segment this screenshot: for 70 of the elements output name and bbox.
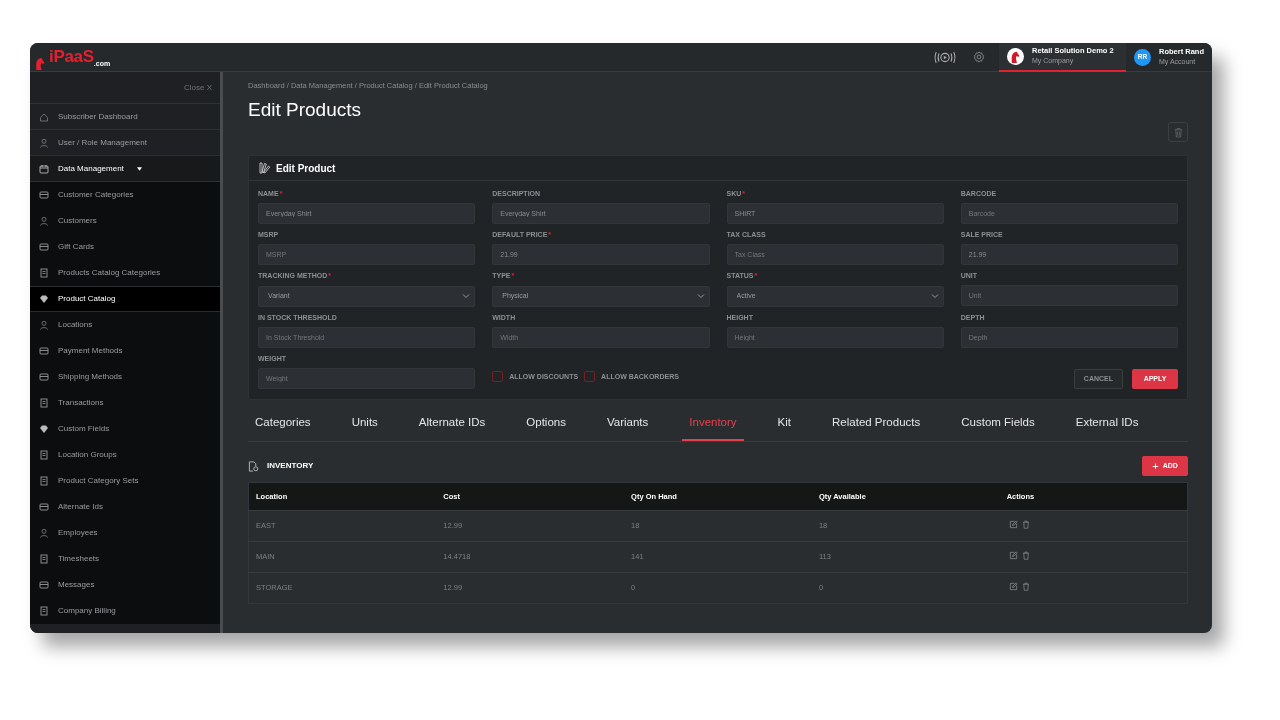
card-icon — [39, 345, 49, 356]
close-sidebar-link[interactable]: Close X — [30, 72, 220, 104]
edit-icon — [1008, 519, 1018, 529]
person-icon — [39, 137, 49, 148]
sidebar-item[interactable]: Transactions — [30, 390, 220, 416]
card-icon — [39, 189, 49, 200]
calendar-icon — [39, 163, 49, 174]
diamond-icon — [39, 294, 49, 304]
tab[interactable]: Related Products — [825, 407, 928, 442]
sidebar-item[interactable]: Products Catalog Categories — [30, 260, 220, 286]
sidebar-item[interactable]: Gift Cards — [30, 234, 220, 260]
document-icon — [39, 267, 49, 278]
checkbox[interactable] — [492, 371, 504, 383]
tab[interactable]: External IDs — [1068, 407, 1146, 442]
sidebar-item[interactable]: Timesheets — [30, 546, 220, 572]
edit-icon — [1008, 550, 1018, 560]
house-icon — [39, 111, 49, 122]
sidebar-item[interactable]: Custom Fields — [30, 416, 220, 442]
tab[interactable]: Units — [344, 407, 385, 442]
horse-head-icon — [34, 56, 45, 70]
card-title: Edit Product — [276, 161, 336, 176]
sidebar-item[interactable]: Employees — [30, 520, 220, 546]
checkbox[interactable] — [584, 371, 596, 383]
page-title: Edit Products — [248, 99, 362, 123]
company-avatar-icon — [1007, 47, 1024, 65]
tab[interactable]: Inventory — [682, 407, 744, 442]
tab[interactable]: Options — [519, 407, 573, 442]
settings-icon[interactable] — [973, 51, 985, 63]
sidebar-item[interactable]: Messages — [30, 572, 220, 598]
sidebar-item[interactable]: Subscriber Dashboard — [30, 104, 220, 130]
document-icon — [39, 605, 49, 616]
sidebar-item[interactable]: Shipping Methods — [30, 364, 220, 390]
trash-icon — [1021, 581, 1030, 591]
card-icon — [39, 579, 49, 590]
trash-icon — [1021, 550, 1030, 560]
person-icon — [39, 319, 49, 330]
person-icon — [39, 527, 49, 538]
broadcast-play-icon[interactable] — [933, 50, 957, 64]
logo-text: iPaaS — [49, 46, 94, 69]
tab[interactable]: Categories — [248, 407, 318, 442]
edit-icon — [1008, 581, 1018, 591]
sidebar-item[interactable]: Customers — [30, 208, 220, 234]
document-gear-icon — [248, 460, 259, 472]
tab[interactable]: Custom Fields — [954, 407, 1042, 442]
document-icon — [39, 449, 49, 460]
card-icon — [39, 501, 49, 512]
document-icon — [39, 553, 49, 564]
sidebar-item[interactable]: Locations — [30, 312, 220, 338]
swatch-fan-icon — [258, 162, 270, 175]
sidebar-item[interactable]: Company Billing — [30, 598, 220, 624]
trash-icon — [1173, 126, 1183, 138]
trash-icon — [1021, 519, 1030, 529]
document-icon — [39, 475, 49, 486]
diamond-icon — [39, 423, 49, 434]
tab[interactable]: Kit — [770, 407, 799, 442]
sidebar-item[interactable]: Payment Methods — [30, 338, 220, 364]
document-icon — [39, 397, 49, 408]
card-icon — [39, 371, 49, 382]
person-icon — [39, 215, 49, 226]
tab[interactable]: Alternate IDs — [411, 407, 493, 442]
sidebar-item[interactable]: Product Category Sets — [30, 468, 220, 494]
section-title: INVENTORY — [267, 460, 314, 473]
tab[interactable]: Variants — [599, 407, 656, 442]
delete-button[interactable] — [1168, 122, 1188, 143]
sidebar-item[interactable]: Alternate Ids — [30, 494, 220, 520]
sidebar-item[interactable]: Product Catalog — [30, 286, 220, 312]
sidebar-item[interactable]: Location Groups — [30, 442, 220, 468]
sidebar-item[interactable]: Data Management — [30, 156, 220, 182]
sidebar-item[interactable]: Customer Categories — [30, 182, 220, 208]
card-icon — [39, 241, 49, 252]
